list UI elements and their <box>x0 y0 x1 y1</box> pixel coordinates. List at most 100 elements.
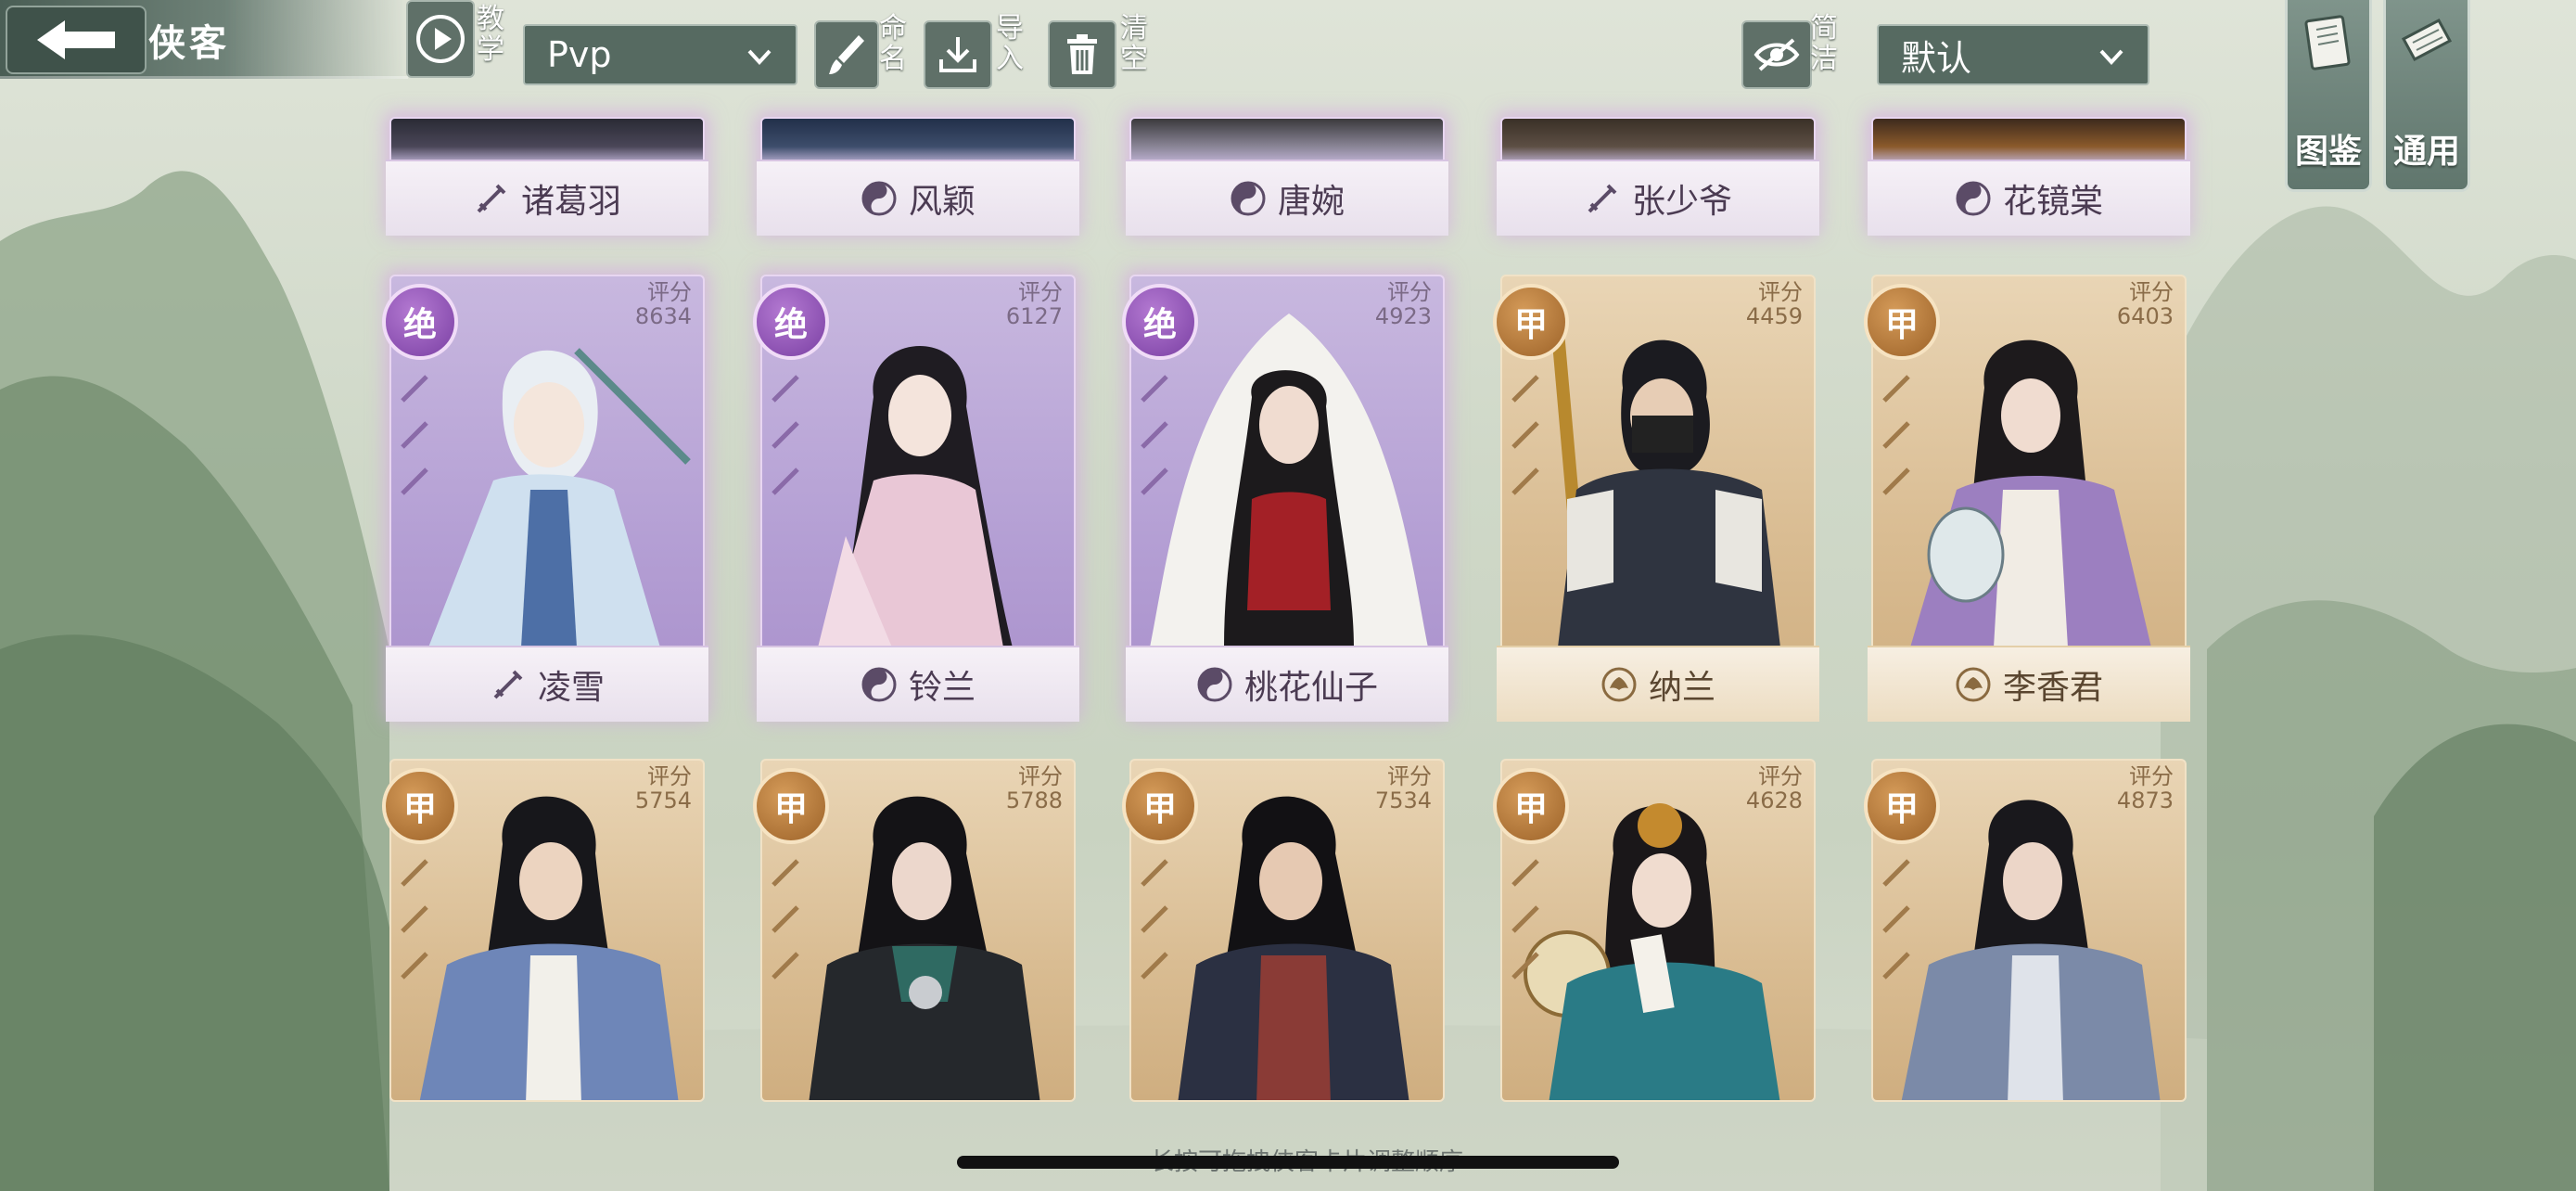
name-bar: 凌雪 <box>386 646 708 722</box>
rank-swords-icon <box>401 375 428 495</box>
name-bar: 李香君 <box>1868 646 2190 722</box>
rank-swords-icon <box>1882 375 1910 495</box>
score-block: 评分 5788 <box>1006 764 1063 813</box>
hero-card[interactable]: 诸葛羽 <box>386 117 708 236</box>
rank-swords-icon <box>1882 859 1910 980</box>
simple-mode-button[interactable] <box>1741 20 1812 89</box>
grade-badge: 绝 <box>753 284 829 360</box>
rank-swords-icon <box>772 375 799 495</box>
rename-label: 命名 <box>879 12 907 75</box>
taiji-icon <box>1197 667 1232 702</box>
hero-name: 唐婉 <box>1277 183 1345 221</box>
hero-card[interactable]: 花镜棠 <box>1868 117 2190 236</box>
name-bar: 纳兰 <box>1497 646 1819 722</box>
lotus-icon <box>1956 667 1991 702</box>
hero-name: 风颖 <box>908 183 976 221</box>
hero-name: 李香君 <box>2002 669 2103 707</box>
grade-badge: 绝 <box>1122 284 1198 360</box>
name-bar: 花镜棠 <box>1868 160 2190 236</box>
hero-card[interactable]: 评分 7534 甲 <box>1122 759 1445 1102</box>
hero-portrait <box>762 119 1074 165</box>
arrow-left-icon <box>37 20 115 59</box>
score-block: 评分 8634 <box>635 280 692 328</box>
hero-card[interactable]: 风颖 <box>757 117 1079 236</box>
eye-slash-icon <box>1753 38 1800 71</box>
sword-icon <box>477 184 506 213</box>
hero-name: 张少爷 <box>1631 183 1732 221</box>
score-label: 评分 <box>647 763 692 789</box>
hero-card[interactable]: 评分 8634 绝 凌雪 <box>382 275 708 722</box>
chevron-down-icon <box>747 49 772 65</box>
hero-portrait <box>1131 119 1443 165</box>
general-tab[interactable]: 通用 <box>2383 0 2470 192</box>
hero-name: 桃花仙子 <box>1243 669 1378 707</box>
hero-card[interactable]: 评分 6403 甲 李香君 <box>1864 275 2190 722</box>
score-value: 4628 <box>1745 788 1803 813</box>
download-icon <box>939 37 976 72</box>
score-value: 5754 <box>634 788 692 813</box>
hero-card[interactable]: 评分 4459 甲 纳兰 <box>1493 275 1819 722</box>
codex-tab[interactable]: 图鉴 <box>2285 0 2372 192</box>
score-block: 评分 6127 <box>1006 280 1063 328</box>
name-bar: 张少爷 <box>1497 160 1819 236</box>
hero-card[interactable]: 评分 4923 绝 桃花仙子 <box>1122 275 1448 722</box>
import-button[interactable] <box>924 20 992 89</box>
home-indicator[interactable] <box>957 1156 1619 1169</box>
score-label: 评分 <box>2129 279 2174 305</box>
lotus-icon <box>1601 667 1637 702</box>
rank-swords-icon <box>1511 375 1539 495</box>
score-block: 评分 4628 <box>1746 764 1803 813</box>
play-circle-icon <box>416 15 465 63</box>
score-label: 评分 <box>1018 279 1063 305</box>
hero-name: 花镜棠 <box>2002 183 2103 221</box>
hero-portrait <box>391 119 703 165</box>
score-block: 评分 5754 <box>635 764 692 813</box>
score-value: 8634 <box>634 303 692 329</box>
taiji-icon <box>1956 181 1991 216</box>
grade-badge: 甲 <box>1864 284 1940 360</box>
score-block: 评分 4459 <box>1746 280 1803 328</box>
score-value: 5788 <box>1005 788 1063 813</box>
clear-label: 清空 <box>1120 12 1148 75</box>
sort-select[interactable]: 默认 <box>1877 24 2149 85</box>
grade-badge: 甲 <box>382 768 458 844</box>
header-banner: 侠客 <box>0 0 408 79</box>
name-bar: 唐婉 <box>1126 160 1448 236</box>
hero-card[interactable]: 评分 4873 甲 <box>1864 759 2187 1102</box>
name-bar: 铃兰 <box>757 646 1079 722</box>
book-icon <box>2304 15 2351 70</box>
score-value: 4923 <box>1374 303 1432 329</box>
grade-badge: 甲 <box>1493 284 1569 360</box>
hero-card[interactable]: 评分 4628 甲 <box>1493 759 1816 1102</box>
sword-icon <box>493 670 523 699</box>
hero-card[interactable]: 张少爷 <box>1497 117 1819 236</box>
hero-card[interactable]: 评分 5754 甲 <box>382 759 705 1102</box>
name-bar: 风颖 <box>757 160 1079 236</box>
rank-swords-icon <box>1141 859 1168 980</box>
score-value: 6403 <box>2116 303 2174 329</box>
score-value: 6127 <box>1005 303 1063 329</box>
score-label: 评分 <box>2129 763 2174 789</box>
hero-card[interactable]: 评分 6127 绝 铃兰 <box>753 275 1079 722</box>
trash-icon <box>1067 34 1097 74</box>
rank-swords-icon <box>1141 375 1168 495</box>
score-block: 评分 4923 <box>1375 280 1432 328</box>
hero-card[interactable]: 唐婉 <box>1126 117 1448 236</box>
back-button[interactable] <box>6 6 147 74</box>
simple-mode-label: 简洁 <box>1810 12 1838 75</box>
tutorial-button[interactable] <box>406 0 475 78</box>
rename-button[interactable] <box>814 20 879 89</box>
score-block: 评分 6403 <box>2117 280 2174 328</box>
hero-card[interactable]: 评分 5788 甲 <box>753 759 1076 1102</box>
rank-swords-icon <box>772 859 799 980</box>
sort-select-value: 默认 <box>1901 37 1972 79</box>
grade-badge: 甲 <box>753 768 829 844</box>
import-label: 导入 <box>996 12 1024 75</box>
hero-name: 凌雪 <box>537 669 605 707</box>
page-title: 侠客 <box>148 22 230 65</box>
tutorial-label: 教学 <box>477 3 504 66</box>
clear-button[interactable] <box>1048 20 1116 89</box>
mode-select-value: Pvp <box>547 34 612 75</box>
mode-select[interactable]: Pvp <box>523 24 797 85</box>
sword-icon <box>1588 184 1617 213</box>
